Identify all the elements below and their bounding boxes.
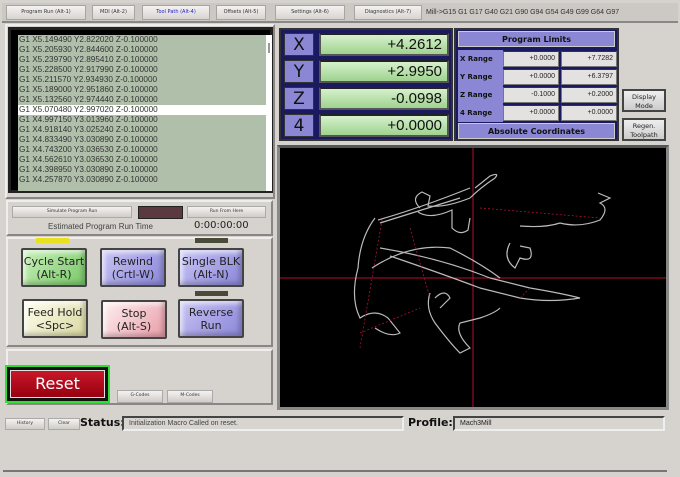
est-run-time-label: Estimated Program Run Time	[48, 222, 153, 231]
reset-button[interactable]: Reset	[5, 365, 110, 403]
run-from-here-button[interactable]: Run From Here	[187, 206, 266, 218]
label: Feed Hold	[27, 305, 83, 319]
label: Reverse	[188, 305, 234, 319]
clear-button[interactable]: Clear	[48, 418, 80, 430]
status-field: Initialization Macro Called on reset.	[122, 416, 404, 431]
bottom-divider	[3, 470, 667, 472]
profile-label: Profile:	[408, 416, 453, 429]
tab-settings[interactable]: Settings (Alt-6)	[275, 5, 345, 20]
limit-min: -0.1000	[503, 87, 559, 103]
cycle-start-led	[36, 238, 69, 243]
label: Toolpath	[630, 131, 658, 139]
limit-max: +0.2000	[561, 87, 617, 103]
shortcut: (Alt-N)	[193, 267, 229, 281]
dro-value-4[interactable]: +0.0000	[319, 114, 449, 137]
gcode-line-current[interactable]: G1 X5.070480 Y2.997020 Z-0.100000	[18, 105, 266, 115]
shortcut: (Alt-R)	[36, 267, 72, 281]
limit-min: +0.0000	[503, 105, 559, 121]
tab-tool-path[interactable]: Tool Path (Alt-4)	[142, 5, 210, 20]
limit-max: +7.7282	[561, 51, 617, 67]
g-codes-button[interactable]: G-Codes	[117, 390, 163, 403]
label: Mode	[635, 102, 653, 110]
label: Cycle Start	[23, 254, 85, 268]
gcode-line[interactable]: G1 X4.743200 Y3.036530 Z-0.100000	[18, 145, 266, 155]
limit-min: +0.0000	[503, 69, 559, 85]
toolpath-drawing	[280, 148, 666, 407]
single-block-button[interactable]: Single BLK (Alt-N)	[178, 248, 244, 287]
feed-hold-button[interactable]: Feed Hold <Spc>	[22, 299, 88, 338]
shortcut: <Spc>	[35, 318, 75, 332]
gcode-line[interactable]: G1 X5.149490 Y2.822020 Z-0.100000	[18, 35, 266, 45]
gcode-scrollbar[interactable]	[266, 35, 272, 191]
display-mode-button[interactable]: Display Mode	[622, 89, 666, 112]
label: Display	[632, 93, 656, 101]
profile-field: Mach3Mill	[453, 416, 665, 431]
limit-row-label: Y Range	[458, 68, 503, 86]
program-limits-title: Program Limits	[458, 31, 615, 47]
limit-row-label: 4 Range	[458, 104, 503, 122]
label: Regen.	[632, 122, 656, 130]
limit-max: +6.3797	[561, 69, 617, 85]
simulate-program-run-button[interactable]: Simulate Program Run	[12, 206, 132, 218]
status-label: Status:	[80, 416, 125, 429]
axis-label-x[interactable]: X	[284, 33, 314, 56]
regen-toolpath-button[interactable]: Regen. Toolpath	[622, 118, 666, 141]
gcode-line[interactable]: G1 X5.205930 Y2.844600 Z-0.100000	[18, 45, 266, 55]
history-button[interactable]: History	[5, 418, 45, 430]
toolpath-view[interactable]	[277, 145, 669, 410]
single-blk-led	[195, 238, 228, 243]
limit-row-label: Z Range	[458, 86, 503, 104]
program-limits-panel: Program Limits Absolute Coordinates X Ra…	[454, 28, 619, 141]
shortcut: (Alt-S)	[116, 319, 152, 333]
reverse-run-button[interactable]: Reverse Run	[178, 299, 244, 338]
gcode-line[interactable]: G1 X4.997150 Y3.013960 Z-0.100000	[18, 115, 266, 125]
limit-min: +0.0000	[503, 51, 559, 67]
dro-value-z[interactable]: -0.0998	[319, 87, 449, 110]
gcode-line[interactable]: G1 X4.918140 Y3.025240 Z-0.100000	[18, 125, 266, 135]
tab-program-run[interactable]: Program Run (Alt-1)	[6, 5, 86, 20]
axis-label-y[interactable]: Y	[284, 60, 314, 83]
gcode-line[interactable]: G1 X5.189000 Y2.951860 Z-0.100000	[18, 85, 266, 95]
gcode-line[interactable]: G1 X4.257870 Y3.030890 Z-0.100000	[18, 175, 266, 185]
rewind-button[interactable]: Rewind (Crtl-W)	[100, 248, 166, 287]
stop-button[interactable]: Stop (Alt-S)	[101, 300, 167, 339]
toolpath-lines	[353, 173, 612, 354]
shortcut: Run	[200, 318, 222, 332]
dro-value-x[interactable]: +4.2612	[319, 33, 449, 56]
est-run-time-value: 0:00:00:00	[194, 220, 249, 231]
tab-offsets[interactable]: Offsets (Alt-5)	[216, 5, 266, 20]
limit-max: +0.0000	[561, 105, 617, 121]
absolute-coordinates-label: Absolute Coordinates	[458, 123, 615, 139]
limit-row-label: X Range	[458, 50, 503, 68]
reset-label: Reset	[10, 370, 105, 398]
gcode-line[interactable]: G1 X5.132560 Y2.974440 Z-0.100000	[18, 95, 266, 105]
axis-label-z[interactable]: Z	[284, 87, 314, 110]
modal-state-line: Mill->G15 G1 G17 G40 G21 G90 G94 G54 G49…	[426, 9, 620, 16]
gcode-line[interactable]: G1 X5.239790 Y2.895410 Z-0.100000	[18, 55, 266, 65]
cycle-start-button[interactable]: Cycle Start (Alt-R)	[21, 248, 87, 287]
shortcut: (Crtl-W)	[111, 267, 155, 281]
gcode-line[interactable]: G1 X5.211570 Y2.934930 Z-0.100000	[18, 75, 266, 85]
label: Single BLK	[181, 254, 241, 268]
simulate-indicator	[138, 206, 183, 219]
dro-panel: X +4.2612 Y +2.9950 Z -0.0998 4 +0.0000	[279, 28, 453, 141]
gcode-line[interactable]: G1 X4.398950 Y3.030890 Z-0.100000	[18, 165, 266, 175]
m-codes-button[interactable]: M-Codes	[167, 390, 213, 403]
tab-mdi[interactable]: MDI (Alt-2)	[92, 5, 135, 20]
reverse-run-led	[195, 291, 228, 296]
tab-diagnostics[interactable]: Diagnostics (Alt-7)	[354, 5, 422, 20]
gcode-line[interactable]: G1 X5.228500 Y2.917990 Z-0.100000	[18, 65, 266, 75]
label: Rewind	[113, 254, 153, 268]
gcode-line[interactable]: G1 X4.562610 Y3.036530 Z-0.100000	[18, 155, 266, 165]
dro-value-y[interactable]: +2.9950	[319, 60, 449, 83]
label: Stop	[121, 306, 147, 320]
gcode-line[interactable]: G1 X4.833490 Y3.030890 Z-0.100000	[18, 135, 266, 145]
axis-label-4[interactable]: 4	[284, 114, 314, 137]
scroll-thumb[interactable]	[268, 43, 270, 53]
gcode-list[interactable]: G1 X5.149490 Y2.822020 Z-0.100000 G1 X5.2…	[8, 27, 273, 193]
